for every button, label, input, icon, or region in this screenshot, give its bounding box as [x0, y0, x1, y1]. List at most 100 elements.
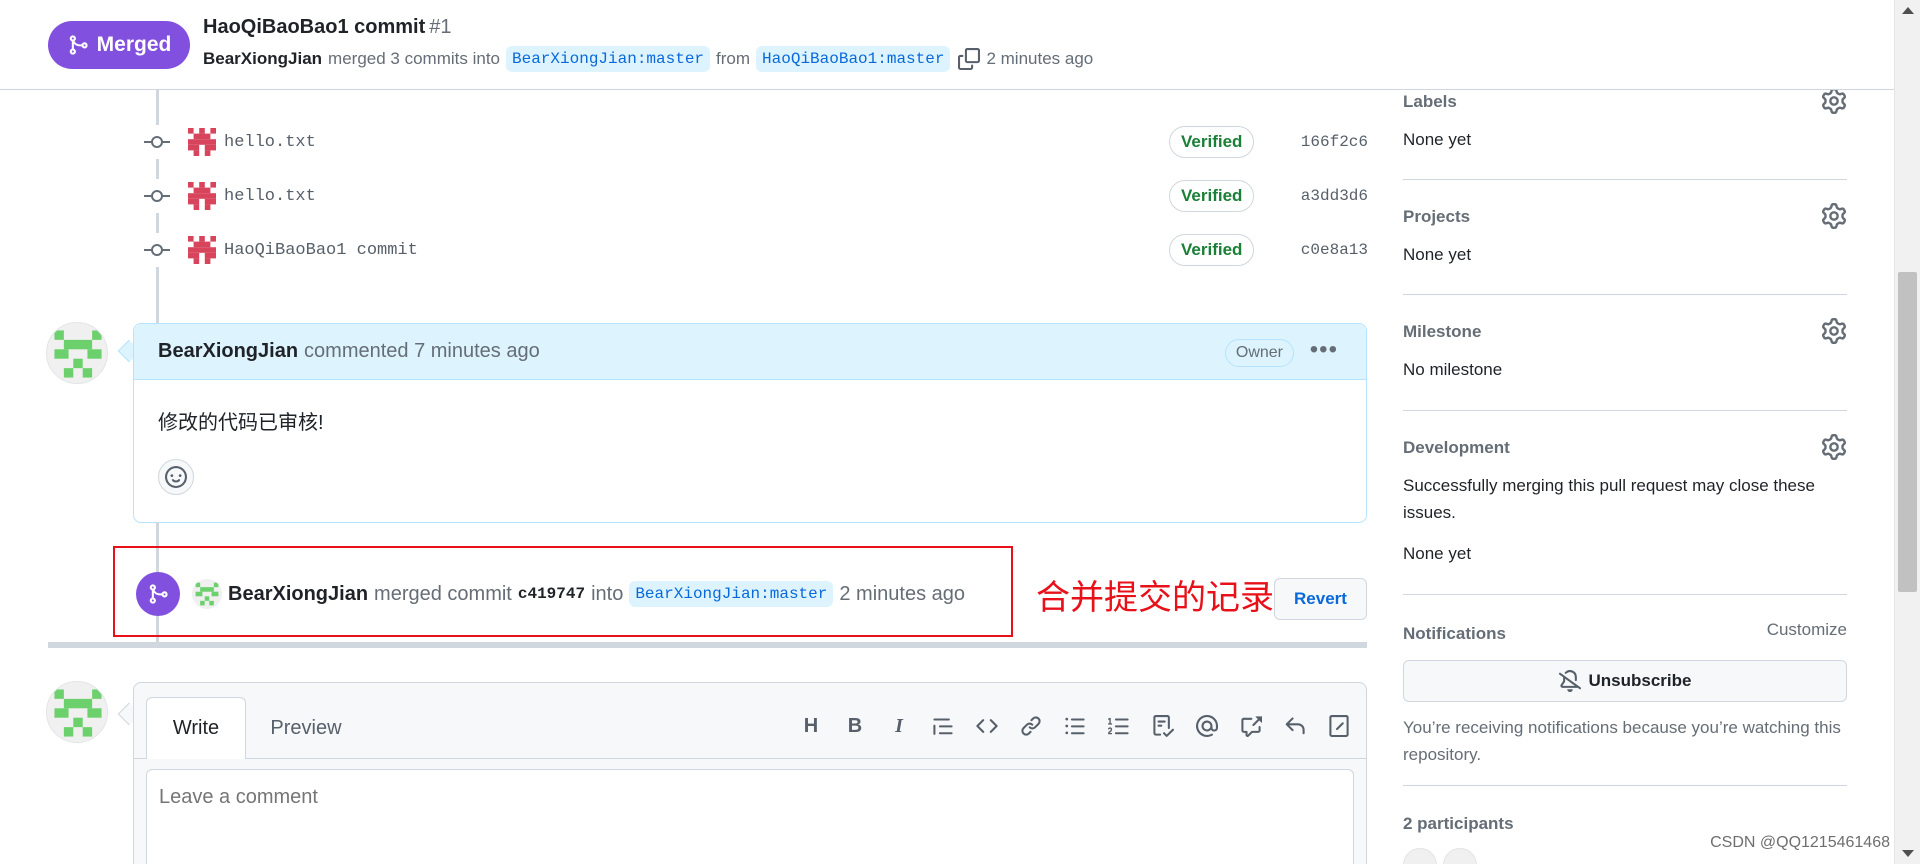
unsubscribe-button[interactable]: Unsubscribe [1403, 660, 1847, 702]
commit-message-link[interactable]: HaoQiBaoBao1 commit [224, 241, 418, 260]
unordered-list-button[interactable] [1060, 711, 1090, 741]
merger-avatar[interactable] [192, 579, 222, 609]
cross-reference-button[interactable] [1236, 711, 1266, 741]
gear-icon[interactable] [1821, 318, 1847, 344]
slash-commands-button[interactable] [1324, 711, 1354, 741]
slash-icon [1329, 715, 1349, 737]
verified-badge[interactable]: Verified [1169, 180, 1255, 212]
pr-author-link[interactable]: BearXiongJian [203, 49, 322, 69]
copy-icon[interactable] [958, 48, 981, 70]
participant-avatar[interactable] [1443, 848, 1477, 864]
sidebar-divider [1403, 294, 1847, 295]
link-button[interactable] [1016, 711, 1046, 741]
italic-button[interactable]: I [884, 711, 914, 741]
comment-box: BearXiongJian commented 7 minutes ago Ow… [133, 323, 1367, 523]
sidebar-divider [1403, 410, 1847, 411]
task-list-button[interactable] [1148, 711, 1178, 741]
comment-author-link[interactable]: BearXiongJian [158, 340, 298, 363]
kebab-menu-icon[interactable]: ••• [1310, 338, 1338, 362]
gear-icon[interactable] [1821, 203, 1847, 229]
scroll-down-arrow-icon[interactable] [1902, 850, 1914, 857]
verified-badge[interactable]: Verified [1169, 126, 1255, 158]
participant-avatar[interactable] [1403, 848, 1437, 864]
current-user-avatar[interactable] [46, 681, 108, 743]
mention-button[interactable] [1192, 711, 1222, 741]
customize-link[interactable]: Customize [1767, 620, 1847, 640]
pr-meta: BearXiongJian merged 3 commits into Bear… [203, 44, 1093, 74]
identicon-avatar [188, 236, 216, 264]
commenter-avatar[interactable] [46, 322, 108, 384]
sidebar-notifications: Notifications Customize Unsubscribe You’… [1403, 620, 1847, 768]
git-commit-icon [140, 125, 174, 159]
bold-button[interactable]: B [840, 711, 870, 741]
merge-commit-sha-link[interactable]: c419747 [518, 585, 585, 603]
pr-title-text: HaoQiBaoBao1 commit [203, 16, 426, 38]
commit-sha-link[interactable]: c0e8a13 [1301, 241, 1368, 259]
verified-badge[interactable]: Verified [1169, 234, 1255, 266]
development-heading[interactable]: Development [1403, 434, 1847, 462]
projects-heading[interactable]: Projects [1403, 203, 1847, 231]
gear-icon[interactable] [1821, 88, 1847, 114]
git-merge-icon [136, 572, 180, 616]
tasklist-icon [1153, 715, 1174, 737]
from-text: from [716, 49, 751, 68]
pr-number: #1 [429, 16, 452, 38]
bell-slash-icon [1558, 670, 1581, 692]
comment-editor: Write Preview H B I [133, 682, 1367, 864]
into-text: into [591, 582, 624, 605]
quote-button[interactable] [928, 711, 958, 741]
pr-title: HaoQiBaoBao1 commit #1 [203, 16, 452, 39]
sidebar-divider [1403, 179, 1847, 180]
git-commit-icon [140, 179, 174, 213]
scrollbar-thumb[interactable] [1898, 272, 1917, 592]
merged-commits-text: merged 3 commits into [328, 49, 500, 68]
commit-message-link[interactable]: hello.txt [224, 133, 316, 152]
notifications-note: You’re receiving notifications because y… [1403, 718, 1841, 764]
commit-message-link[interactable]: hello.txt [224, 187, 316, 206]
labels-heading[interactable]: Labels [1403, 88, 1847, 116]
mention-icon [1196, 715, 1218, 737]
commit-sha-link[interactable]: a3dd3d6 [1301, 187, 1368, 205]
ordered-list-button[interactable] [1104, 711, 1134, 741]
sidebar-divider [1403, 594, 1847, 595]
milestone-heading[interactable]: Milestone [1403, 318, 1847, 346]
git-merge-icon [69, 35, 88, 55]
merge-event: BearXiongJian merged commit c419747 into… [136, 572, 965, 616]
add-reaction-button[interactable] [158, 459, 194, 495]
commit-row: hello.txt Verified 166f2c6 [140, 125, 1368, 159]
base-branch-label[interactable]: BearXiongJian:master [506, 46, 711, 72]
heading-button[interactable]: H [796, 711, 826, 741]
vertical-scrollbar[interactable] [1894, 0, 1920, 864]
development-value: None yet [1403, 544, 1472, 563]
comment-action-text: commented 7 minutes ago [304, 340, 540, 362]
identicon-avatar [188, 182, 216, 210]
annotation-text: 合并提交的记录 [1036, 578, 1274, 618]
markdown-toolbar: H B I [796, 709, 1354, 743]
owner-badge: Owner [1224, 339, 1294, 367]
link-icon [1021, 716, 1041, 736]
milestone-value: No milestone [1403, 360, 1503, 379]
merged-commit-text: merged commit [374, 582, 512, 605]
merged-status-label: Merged [96, 33, 172, 56]
code-button[interactable] [972, 711, 1002, 741]
merger-author-link[interactable]: BearXiongJian [228, 583, 368, 606]
merge-target-branch[interactable]: BearXiongJian:master [629, 581, 834, 607]
commit-row: HaoQiBaoBao1 commit Verified c0e8a13 [140, 233, 1368, 267]
code-icon [976, 719, 998, 733]
watermark-text: CSDN @QQ1215461468 [1710, 834, 1890, 851]
tab-preview[interactable]: Preview [258, 697, 354, 759]
gear-icon[interactable] [1821, 434, 1847, 460]
scroll-up-arrow-icon[interactable] [1902, 7, 1914, 14]
comment-textarea[interactable] [146, 769, 1354, 864]
commit-sha-link[interactable]: 166f2c6 [1301, 133, 1368, 151]
reply-icon [1285, 717, 1305, 735]
merged-status-badge: Merged [48, 21, 190, 69]
head-branch-label[interactable]: HaoQiBaoBao1:master [756, 46, 951, 72]
comment-body: 修改的代码已审核! [158, 412, 324, 434]
revert-button[interactable]: Revert [1274, 578, 1367, 620]
saved-reply-button[interactable] [1280, 711, 1310, 741]
sidebar-projects: Projects None yet [1403, 203, 1847, 268]
tab-write[interactable]: Write [146, 697, 246, 759]
comment-header: BearXiongJian commented 7 minutes ago [134, 324, 1366, 380]
pr-time: 2 minutes ago [986, 49, 1094, 68]
